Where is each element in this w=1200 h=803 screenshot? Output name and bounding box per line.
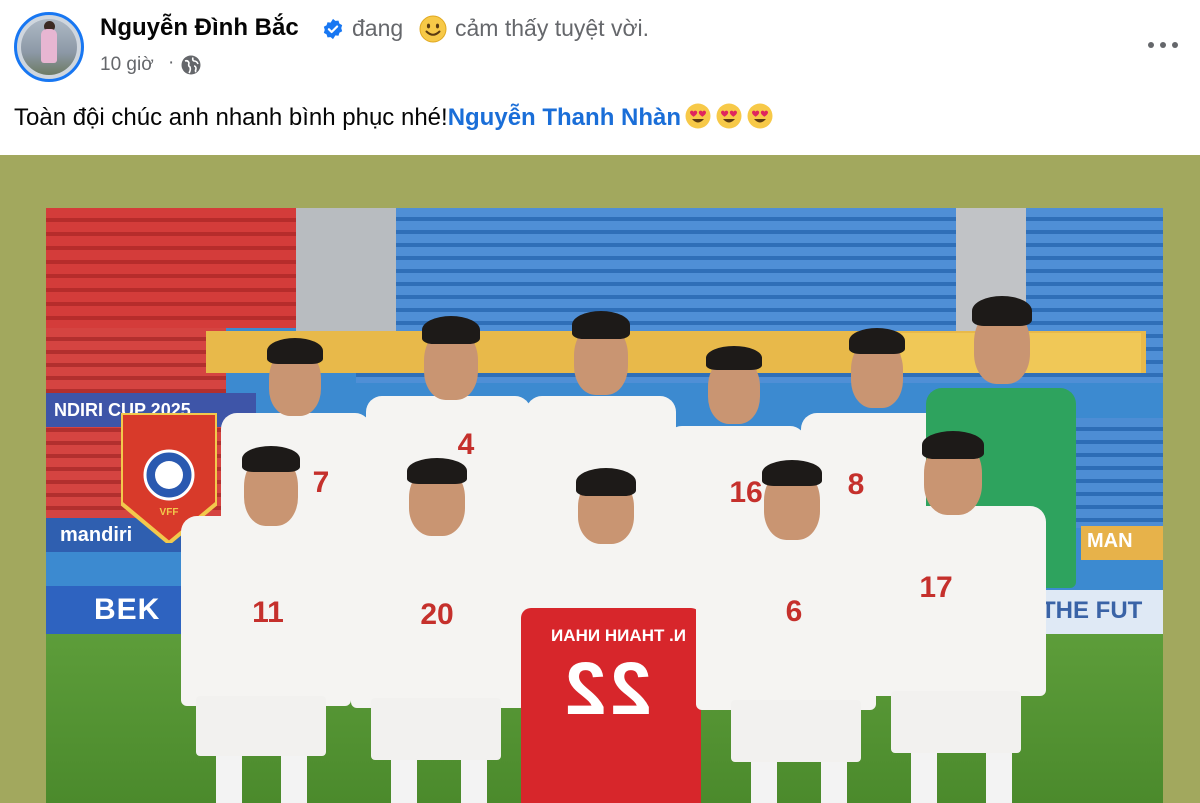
heart-eyes-emoji bbox=[685, 103, 711, 129]
player-hair bbox=[762, 460, 822, 486]
player-hair bbox=[972, 296, 1032, 326]
more-dot bbox=[1172, 42, 1178, 48]
player-hair bbox=[242, 446, 300, 472]
player-sock bbox=[281, 756, 307, 803]
player-front-2: 20 bbox=[351, 458, 526, 803]
player-sock bbox=[986, 753, 1012, 803]
player-hair bbox=[849, 328, 905, 354]
player-hair bbox=[922, 431, 984, 459]
player-sock bbox=[821, 762, 847, 803]
player-sock bbox=[751, 762, 777, 803]
more-dot bbox=[1160, 42, 1166, 48]
player-hair bbox=[407, 458, 467, 484]
post-photo-frame[interactable]: NDIRI CUP 2025 mandiri MAN BEK THE FUT V… bbox=[0, 155, 1200, 803]
feeling-text: cảm thấy tuyệt vời. bbox=[455, 15, 650, 41]
post-caption: Toàn đội chúc anh nhanh bình phục nhé!Ng… bbox=[14, 102, 774, 132]
feeling-prefix: đang bbox=[352, 15, 404, 41]
jersey-number: 20 bbox=[420, 598, 454, 631]
player-shirt bbox=[866, 506, 1046, 696]
player-hair bbox=[576, 468, 636, 496]
globe-icon[interactable] bbox=[180, 54, 202, 76]
player-sock bbox=[911, 753, 937, 803]
post-header: Nguyễn Đình Bắc đang cảm thấy tuyệt vời.… bbox=[0, 0, 1200, 155]
player-shorts bbox=[891, 691, 1021, 753]
player-sock bbox=[461, 760, 487, 803]
player-sock bbox=[216, 756, 242, 803]
jersey-number: 17 bbox=[919, 571, 953, 604]
jersey-number: 11 bbox=[252, 596, 284, 629]
heart-eyes-emoji bbox=[747, 103, 773, 129]
player-shorts bbox=[196, 696, 326, 756]
player-hair bbox=[422, 316, 480, 344]
tribute-jersey-name: N. THANH NHAN bbox=[551, 626, 687, 645]
author-name[interactable]: Nguyễn Đình Bắc bbox=[100, 14, 299, 42]
caption-text: Toàn đội chúc anh nhanh bình phục nhé! bbox=[14, 104, 448, 131]
avatar-figure-body bbox=[41, 29, 57, 63]
more-options-icon[interactable] bbox=[1146, 30, 1180, 58]
player-front-4: 6 bbox=[696, 460, 876, 803]
player-shorts bbox=[371, 698, 501, 760]
ad-board-man: MAN bbox=[1081, 526, 1163, 560]
more-dot bbox=[1148, 42, 1154, 48]
player-hair bbox=[706, 346, 762, 370]
team-photo[interactable]: NDIRI CUP 2025 mandiri MAN BEK THE FUT V… bbox=[46, 208, 1163, 803]
mention-link[interactable]: Nguyễn Thanh Nhàn bbox=[448, 104, 681, 131]
tribute-jersey-number: 22 bbox=[561, 647, 652, 730]
player-shorts bbox=[731, 700, 861, 762]
jersey-number: 6 bbox=[785, 595, 803, 628]
post-time[interactable]: 10 giờ bbox=[100, 54, 154, 76]
player-hair bbox=[572, 311, 630, 339]
player-sock bbox=[391, 760, 417, 803]
player-front-5: 17 bbox=[866, 431, 1046, 803]
verified-badge-icon bbox=[323, 18, 343, 40]
jersey-number: 4 bbox=[457, 428, 475, 461]
player-front-1: 11 bbox=[176, 446, 356, 803]
separator-dot: · bbox=[168, 52, 175, 73]
smiling-face-icon bbox=[419, 15, 447, 43]
heart-eyes-emoji bbox=[716, 103, 742, 129]
player-hair bbox=[267, 338, 323, 364]
author-avatar[interactable] bbox=[14, 12, 84, 82]
